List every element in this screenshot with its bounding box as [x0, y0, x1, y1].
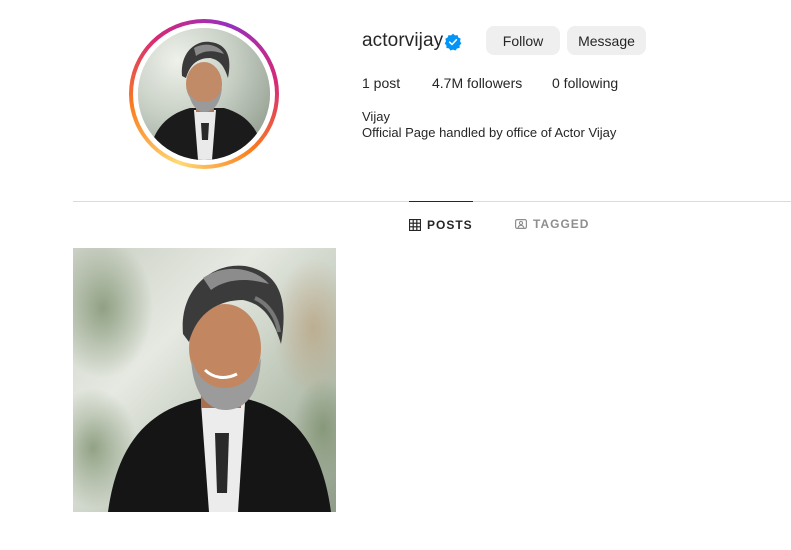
- post-thumbnail[interactable]: [73, 248, 336, 512]
- tab-posts-label: POSTS: [427, 218, 473, 232]
- profile-page: actorvijay Follow Message 1 post 4.7M fo…: [0, 0, 791, 550]
- tab-tagged-label: TAGGED: [533, 217, 590, 231]
- tab-tagged[interactable]: TAGGED: [515, 201, 589, 247]
- avatar-photo: [138, 28, 270, 160]
- follow-button[interactable]: Follow: [486, 26, 560, 55]
- posts-count: 1 post: [362, 75, 401, 91]
- profile-avatar[interactable]: [129, 19, 279, 169]
- message-button[interactable]: Message: [567, 26, 646, 55]
- profile-username: actorvijay: [362, 30, 444, 51]
- followers-link[interactable]: 4.7M followers: [432, 75, 522, 91]
- grid-icon: [409, 219, 421, 231]
- tab-posts[interactable]: POSTS: [409, 201, 473, 248]
- following-link[interactable]: 0 following: [552, 75, 618, 91]
- verified-badge-icon: [444, 33, 462, 51]
- profile-full-name: Vijay: [362, 109, 390, 124]
- tagged-icon: [515, 219, 527, 229]
- post-photo: [73, 248, 336, 512]
- profile-bio: Official Page handled by office of Actor…: [362, 125, 617, 140]
